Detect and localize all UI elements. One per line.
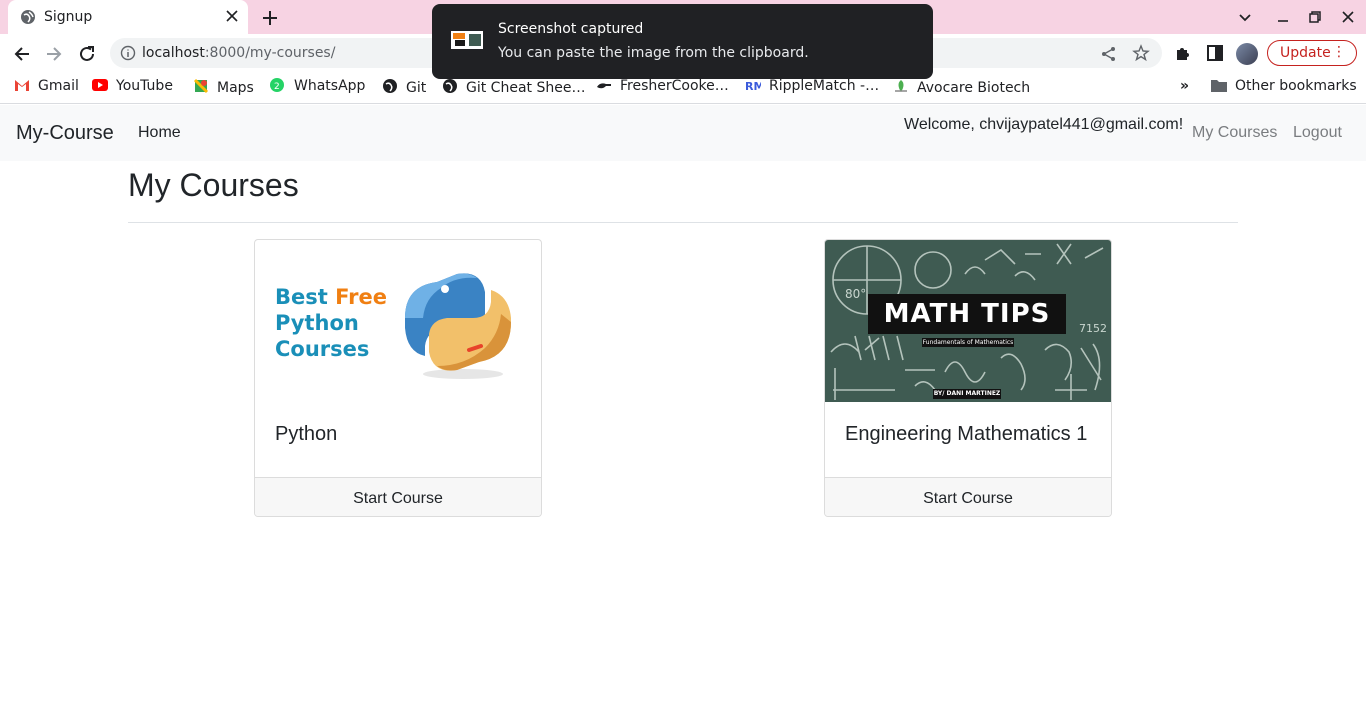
- course-title: Engineering Mathematics 1: [845, 423, 1088, 445]
- course-image-math: 7152 9 6 80° MATH TIPS Fundamentals of M…: [825, 240, 1111, 402]
- update-button[interactable]: Update ⋮: [1267, 40, 1357, 66]
- profile-avatar[interactable]: [1236, 43, 1258, 65]
- reload-icon[interactable]: [76, 43, 98, 65]
- more-bookmarks-chevron[interactable]: »: [1180, 78, 1189, 98]
- url-text: localhost:8000/my-courses/: [142, 45, 336, 61]
- card-footer: Start Course: [825, 477, 1111, 516]
- browser-tab[interactable]: Signup: [8, 0, 248, 34]
- forward-icon[interactable]: [43, 43, 65, 65]
- share-icon[interactable]: [1100, 45, 1118, 63]
- avocare-icon: [893, 78, 909, 92]
- course-card-engineering-mathematics: 7152 9 6 80° MATH TIPS Fundamentals of M…: [824, 239, 1112, 517]
- globe-icon: [382, 78, 398, 93]
- python-logo-icon: [405, 273, 511, 379]
- tab-search-chevron-icon[interactable]: [1236, 8, 1254, 26]
- bookmark-ripplematch[interactable]: RM RippleMatch -…: [745, 78, 879, 98]
- close-tab-icon[interactable]: [224, 8, 240, 24]
- menu-dots-icon[interactable]: ⋮: [1332, 44, 1346, 60]
- page-title: My Courses: [128, 167, 299, 203]
- course-title: Python: [275, 423, 338, 445]
- youtube-icon: [92, 78, 108, 92]
- bookmark-git[interactable]: Git: [382, 78, 426, 98]
- math-tips-banner: MATH TIPS: [868, 294, 1066, 334]
- extensions-icon[interactable]: [1173, 43, 1193, 63]
- bookmark-youtube[interactable]: YouTube: [92, 78, 173, 98]
- other-bookmarks-folder[interactable]: Other bookmarks: [1211, 78, 1357, 98]
- folder-icon: [1211, 78, 1227, 92]
- maps-icon: [193, 78, 209, 94]
- app-navbar: My-Course Home Welcome, chvijaypatel441@…: [0, 105, 1366, 161]
- side-panel-icon[interactable]: [1205, 43, 1225, 63]
- nav-logout-link[interactable]: Logout: [1293, 124, 1342, 142]
- toast-title: Screenshot captured: [498, 21, 644, 37]
- close-window-icon[interactable]: [1339, 8, 1357, 26]
- globe-icon: [442, 78, 458, 93]
- bookmark-git-cheat-sheet[interactable]: Git Cheat Shee…: [442, 78, 585, 98]
- back-icon[interactable]: [11, 43, 33, 65]
- screenshot-thumbnail: [451, 31, 483, 49]
- math-subtitle: Fundamentals of Mathematics: [922, 338, 1014, 347]
- bookmark-freshercooker[interactable]: FresherCooke…: [596, 78, 729, 98]
- bookmark-avocare[interactable]: Avocare Biotech: [893, 78, 1030, 98]
- bookmark-whatsapp[interactable]: 2 WhatsApp: [270, 78, 365, 98]
- svg-text:2: 2: [274, 82, 280, 92]
- nav-my-courses-link[interactable]: My Courses: [1192, 124, 1277, 142]
- toast-message: You can paste the image from the clipboa…: [498, 45, 809, 61]
- start-course-button[interactable]: Start Course: [255, 478, 541, 516]
- minimize-icon[interactable]: [1274, 8, 1292, 26]
- restore-icon[interactable]: [1306, 8, 1324, 26]
- navbar-brand[interactable]: My-Course: [16, 122, 114, 145]
- math-byline: BY/ DANI MARTINEZ: [933, 389, 1001, 399]
- tab-title: Signup: [44, 9, 93, 25]
- python-image-text: Best Free Python Courses: [275, 285, 387, 361]
- card-footer: Start Course: [255, 477, 541, 516]
- globe-icon: [21, 10, 35, 24]
- new-tab-icon[interactable]: [259, 7, 281, 29]
- course-image-python: Best Free Python Courses: [255, 240, 541, 402]
- screenshot-toast: Screenshot captured You can paste the im…: [432, 4, 933, 79]
- nav-home-link[interactable]: Home: [138, 124, 181, 142]
- ripplematch-icon: RM: [745, 78, 764, 93]
- freshercooker-icon: [596, 78, 612, 92]
- start-course-button[interactable]: Start Course: [825, 478, 1111, 516]
- bookmark-gmail[interactable]: Gmail: [14, 78, 79, 98]
- svg-text:7152 9 6: 7152 9 6: [1079, 322, 1111, 335]
- bookmark-star-icon[interactable]: [1132, 44, 1150, 62]
- bookmark-maps[interactable]: Maps: [193, 78, 254, 98]
- welcome-message: Welcome, chvijaypatel441@gmail.com!: [904, 116, 1184, 133]
- gmail-icon: [14, 78, 30, 92]
- svg-text:RM: RM: [745, 80, 761, 92]
- title-divider: [128, 222, 1238, 223]
- course-card-python: Best Free Python Courses Python Start Co…: [254, 239, 542, 517]
- whatsapp-icon: 2: [270, 78, 286, 92]
- site-info-icon[interactable]: [120, 45, 136, 61]
- svg-text:80°: 80°: [845, 287, 866, 301]
